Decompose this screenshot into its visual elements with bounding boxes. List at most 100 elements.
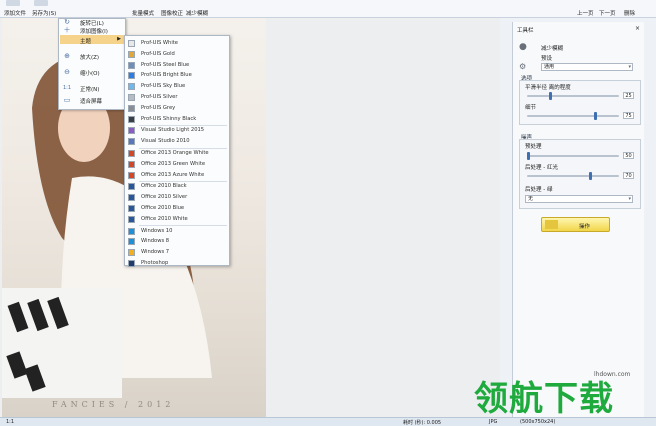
submenu-arrow-icon: ▶	[117, 36, 121, 42]
preset-select[interactable]: 通用 ▾	[541, 63, 633, 71]
preprocess-value[interactable]: 50	[623, 152, 634, 159]
theme-menu-label: Office 2010 White	[141, 215, 188, 222]
smooth-slider-thumb[interactable]	[549, 92, 553, 100]
theme-menu-label: Prof-UIS Gold	[141, 50, 175, 57]
theme-menu-item[interactable]: Office 2010 White	[125, 214, 229, 225]
theme-menu-label: Prof-UIS Shinny Black	[141, 115, 197, 122]
zoom-indicator[interactable]: 1:1	[6, 419, 14, 425]
site-watermark-url: lhdown.com	[594, 371, 631, 378]
theme-swatch-icon	[128, 160, 135, 168]
theme-menu-item[interactable]: Photoshop	[125, 258, 229, 269]
theme-swatch-icon	[128, 238, 135, 246]
next-page-button[interactable]: 下一页	[599, 9, 616, 17]
theme-menu-item[interactable]: Prof-UIS Grey	[125, 103, 229, 114]
theme-menu-label: Office 2010 Black	[141, 183, 187, 190]
close-icon[interactable]: ×	[635, 25, 640, 32]
theme-menu-label: Office 2013 Orange White	[141, 150, 209, 156]
theme-menu-label: Office 2013 Azure White	[141, 171, 205, 178]
theme-swatch-icon	[128, 194, 135, 202]
preset-label: 预设	[541, 56, 553, 62]
theme-swatch-icon	[128, 138, 135, 146]
apply-button[interactable]: 操作	[541, 217, 610, 232]
chevron-down-icon: ▾	[628, 196, 631, 202]
theme-swatch-icon	[128, 83, 135, 91]
menu-item-zoom-out[interactable]: ⊖ 缩小(O)	[59, 67, 125, 77]
prev-page-button[interactable]: 上一页	[577, 9, 594, 17]
detail-slider-thumb[interactable]	[593, 112, 597, 120]
theme-menu-item[interactable]: Prof-UIS White	[125, 38, 229, 49]
detail-value[interactable]: 75	[623, 112, 634, 119]
zoom-out-icon: ⊖	[64, 68, 70, 76]
batch-mode-button[interactable]: 批量模式	[132, 9, 154, 17]
theme-menu-label: Prof-UIS Steel Blue	[141, 61, 190, 68]
theme-swatch-icon	[128, 227, 135, 235]
save-icon	[34, 0, 48, 6]
menu-item-add-image[interactable]: ＋ 添加图像(I)	[59, 25, 125, 35]
save-as-button[interactable]: 另存为(S)	[32, 9, 56, 17]
theme-swatch-icon	[128, 127, 135, 135]
actual-size-icon: 1:1	[63, 85, 72, 91]
add-file-button[interactable]: 添加文件	[4, 9, 26, 17]
theme-menu-item[interactable]: Office 2010 Blue	[125, 203, 229, 214]
detail-slider[interactable]	[527, 112, 619, 120]
smooth-value[interactable]: 25	[623, 92, 634, 99]
postprocess-red-value[interactable]: 70	[623, 172, 634, 179]
theme-menu-item[interactable]: Windows 7	[125, 247, 229, 258]
theme-menu-item[interactable]: Windows 8	[125, 236, 229, 247]
theme-swatch-icon	[128, 215, 135, 223]
theme-menu-item[interactable]: Visual Studio Light 2015	[125, 125, 229, 136]
theme-menu-item[interactable]: Prof-UIS Sky Blue	[125, 81, 229, 92]
theme-menu-label: Office 2010 Blue	[141, 205, 185, 211]
add-image-icon: ＋	[63, 26, 71, 34]
theme-swatch-icon	[128, 61, 135, 69]
fit-screen-icon: ▭	[63, 96, 71, 104]
theme-menu-item[interactable]: Windows 10	[125, 226, 229, 237]
theme-menu-item[interactable]: Office 2013 Green White	[125, 159, 229, 170]
theme-menu-item[interactable]: Prof-UIS Bright Blue	[125, 70, 229, 81]
postprocess-red-slider[interactable]	[527, 172, 619, 180]
theme-swatch-icon	[128, 183, 135, 191]
theme-menu-label: Prof-UIS Grey	[141, 104, 176, 111]
menu-item-actual-size[interactable]: 1:1 正常(N)	[59, 83, 125, 93]
theme-menu-label: Office 2013 Green White	[141, 160, 206, 167]
theme-menu-item[interactable]: Office 2013 Azure White	[125, 170, 229, 181]
postprocess-green-select[interactable]: 无 ▾	[525, 195, 633, 203]
blur-tool-icon: ●	[519, 42, 527, 52]
theme-menu-label: Prof-UIS Silver	[141, 94, 178, 100]
theme-menu-item[interactable]: Prof-UIS Silver	[125, 92, 229, 103]
site-watermark-text: 领航下载	[474, 379, 614, 419]
reduce-blur-button[interactable]: 减少模糊	[186, 9, 208, 17]
theme-menu-label: Windows 10	[141, 227, 173, 234]
preprocess-slider[interactable]	[527, 152, 619, 160]
image-correct-button[interactable]: 图像校正	[161, 9, 183, 17]
theme-menu-label: Prof-UIS Sky Blue	[141, 83, 186, 90]
panel-title: 工具栏	[517, 28, 534, 34]
theme-menu-item[interactable]: Prof-UIS Steel Blue	[125, 60, 229, 71]
theme-menu-item[interactable]: Office 2010 Silver	[125, 192, 229, 203]
theme-swatch-icon	[128, 72, 135, 80]
chevron-down-icon: ▾	[628, 64, 631, 70]
preprocess-slider-thumb[interactable]	[527, 152, 530, 160]
image-canvas[interactable]: FANCIES / 2012 ↻ 旋转已(L) ＋ 添加图像(I) 主题 ▶ ⊕…	[0, 18, 500, 417]
theme-menu-label: Prof-UIS White	[141, 40, 178, 46]
detail-label: 细节	[525, 105, 537, 111]
theme-submenu: Prof-UIS White Prof-UIS Gold Prof-UIS Stee…	[124, 35, 230, 269]
ribbon-toolbar: 添加文件 另存为(S) 批量模式 图像校正 减少模糊 上一页 下一页 删除	[0, 0, 656, 18]
theme-swatch-icon	[128, 104, 135, 112]
theme-menu-label: Photoshop	[141, 260, 169, 266]
theme-menu-label: Prof-UIS Bright Blue	[141, 72, 192, 79]
menu-item-fit-screen[interactable]: ▭ 适合屏幕	[59, 95, 125, 105]
theme-menu-item[interactable]: Visual Studio 2010	[125, 136, 229, 147]
theme-swatch-icon	[128, 260, 135, 267]
smooth-slider[interactable]	[527, 92, 619, 100]
menu-item-theme[interactable]: 主题 ▶	[59, 35, 125, 45]
photo-watermark: FANCIES / 2012	[52, 400, 175, 409]
theme-menu-item[interactable]: Office 2013 Orange White	[125, 148, 229, 159]
menu-item-zoom-in[interactable]: ⊕ 放大(Z)	[59, 51, 125, 61]
delete-button[interactable]: 删除	[624, 9, 635, 17]
theme-menu-label: Visual Studio Light 2015	[141, 127, 205, 134]
theme-menu-item[interactable]: Office 2010 Black	[125, 181, 229, 192]
theme-menu-item[interactable]: Prof-UIS Shinny Black	[125, 114, 229, 125]
theme-menu-item[interactable]: Prof-UIS Gold	[125, 49, 229, 60]
postprocess-red-slider-thumb[interactable]	[589, 172, 593, 180]
